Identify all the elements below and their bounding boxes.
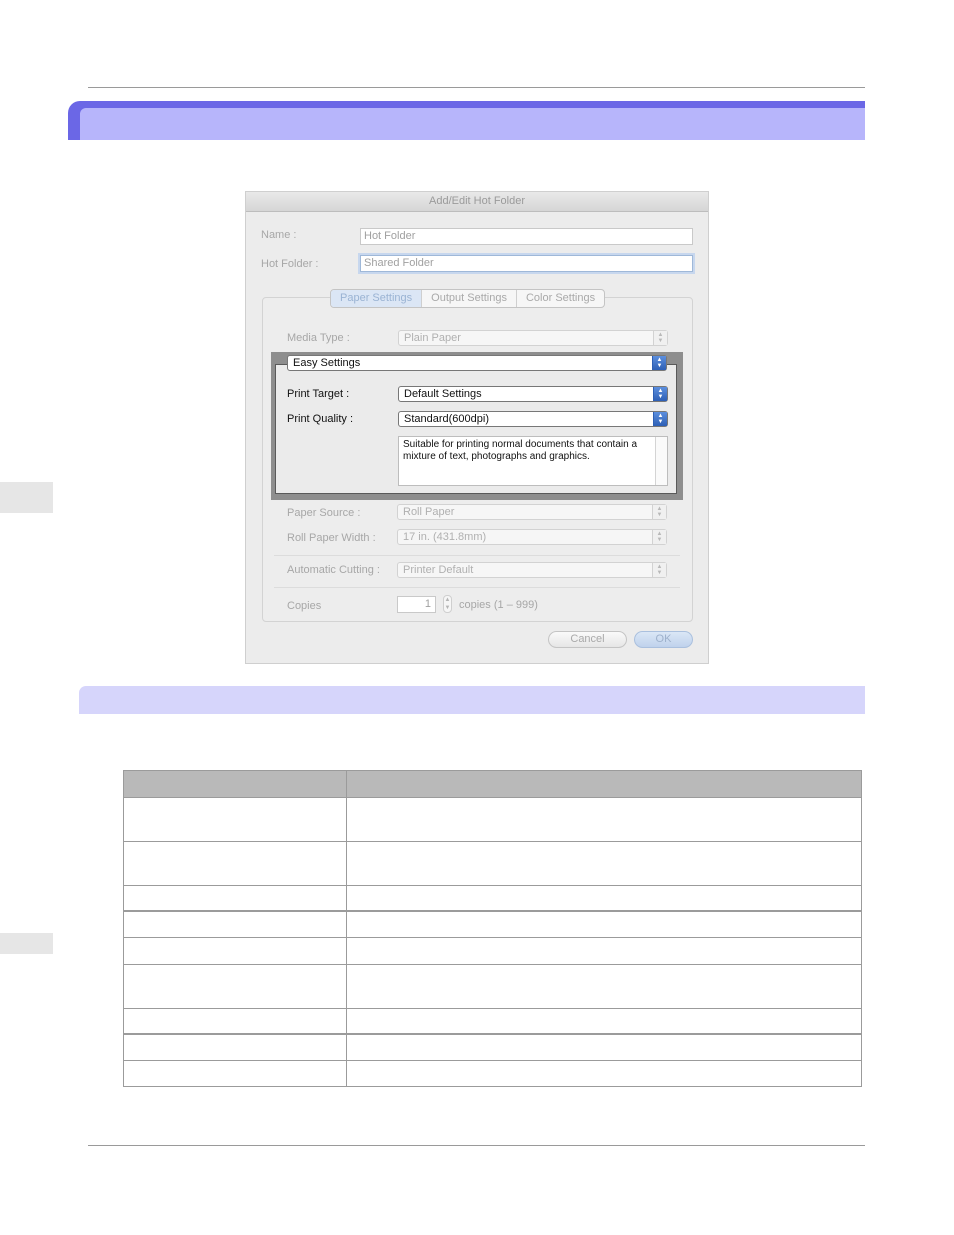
table-row	[123, 937, 862, 965]
print-quality-select[interactable]: Standard(600dpi) ▲ ▼	[398, 411, 668, 427]
name-label: Name :	[261, 229, 297, 241]
table-cell	[346, 937, 862, 965]
settings-table	[123, 770, 862, 1087]
copies-label: Copies	[287, 600, 322, 612]
table-header-row	[123, 770, 862, 798]
section-header-band	[68, 101, 865, 140]
table-cell	[346, 1008, 862, 1034]
table-cell	[123, 937, 347, 965]
hot-folder-field[interactable]: Shared Folder	[360, 255, 693, 272]
easy-settings-select[interactable]: Easy Settings ▲ ▼	[287, 355, 667, 371]
copies-field[interactable]: 1	[397, 596, 436, 613]
table-row	[123, 1033, 862, 1061]
name-field[interactable]: Hot Folder	[360, 228, 693, 245]
table-row	[123, 910, 862, 938]
paper-source-value: Roll Paper	[403, 506, 455, 518]
easy-settings-panel: Print Target : Default Settings ▲ ▼ Print…	[275, 364, 677, 494]
chapter-side-tab	[0, 482, 53, 513]
roll-paper-width-label: Roll Paper Width :	[287, 532, 376, 544]
table-row	[123, 1008, 862, 1034]
table-cell	[123, 1008, 347, 1034]
table-row	[123, 797, 862, 842]
add-edit-hot-folder-dialog: Add/Edit Hot Folder Name : Hot Folder Ho…	[245, 191, 709, 664]
dialog-title: Add/Edit Hot Folder	[246, 192, 708, 212]
table-cell	[346, 1060, 862, 1087]
easy-settings-value: Easy Settings	[293, 357, 361, 369]
tab-color-settings[interactable]: Color Settings	[517, 290, 604, 307]
roll-paper-width-value: 17 in. (431.8mm)	[403, 531, 487, 543]
table-header-cell	[346, 770, 862, 798]
bottom-rule	[88, 1145, 865, 1146]
description-text: Suitable for printing normal documents t…	[403, 439, 638, 462]
media-type-value: Plain Paper	[404, 332, 461, 344]
print-quality-value: Standard(600dpi)	[404, 413, 490, 425]
automatic-cutting-value: Printer Default	[403, 564, 474, 576]
top-rule	[88, 87, 865, 88]
table-cell	[123, 1033, 347, 1061]
divider	[274, 587, 680, 588]
print-target-select[interactable]: Default Settings ▲ ▼	[398, 386, 668, 402]
updown-arrows-icon: ▲ ▼	[652, 563, 666, 577]
paper-source-label: Paper Source :	[287, 507, 361, 519]
table-cell	[346, 910, 862, 938]
tab-output-settings[interactable]: Output Settings	[422, 290, 517, 307]
updown-arrows-icon: ▲ ▼	[652, 530, 666, 544]
hot-folder-label: Hot Folder :	[261, 258, 319, 270]
table-cell	[123, 885, 347, 911]
table-cell	[346, 1033, 862, 1061]
automatic-cutting-select[interactable]: Printer Default ▲ ▼	[397, 562, 667, 578]
table-cell	[123, 964, 347, 1009]
updown-arrows-icon: ▲ ▼	[653, 412, 667, 426]
ok-button[interactable]: OK	[634, 631, 693, 648]
table-cell	[346, 964, 862, 1009]
table-cell	[123, 797, 347, 842]
tab-paper-settings[interactable]: Paper Settings	[331, 290, 423, 307]
paper-source-select[interactable]: Roll Paper ▲ ▼	[397, 504, 667, 520]
table-row	[123, 885, 862, 911]
table-cell	[346, 885, 862, 911]
chapter-side-tab-lower	[0, 933, 53, 954]
copies-range-label: copies (1 – 999)	[459, 599, 538, 611]
updown-arrows-icon: ▲ ▼	[653, 387, 667, 401]
table-header-cell	[123, 770, 347, 798]
table-cell	[346, 797, 862, 842]
description-scrollbar[interactable]	[655, 437, 667, 485]
table-cell	[123, 910, 347, 938]
description-box: Suitable for printing normal documents t…	[398, 436, 668, 486]
divider	[274, 555, 680, 556]
automatic-cutting-label: Automatic Cutting :	[287, 564, 380, 576]
section-header-band-inner	[80, 108, 865, 140]
updown-arrows-icon: ▲ ▼	[652, 505, 666, 519]
table-row	[123, 841, 862, 886]
media-type-label: Media Type :	[287, 332, 350, 344]
settings-tabs: Paper Settings Output Settings Color Set…	[330, 289, 606, 308]
table-row	[123, 1060, 862, 1087]
print-target-label: Print Target :	[287, 388, 350, 400]
cancel-button[interactable]: Cancel	[548, 631, 627, 648]
print-quality-label: Print Quality :	[287, 413, 354, 425]
table-cell	[346, 841, 862, 886]
roll-paper-width-select[interactable]: 17 in. (431.8mm) ▲ ▼	[397, 529, 667, 545]
updown-arrows-icon: ▲ ▼	[652, 356, 666, 370]
easy-settings-frame: Print Target : Default Settings ▲ ▼ Print…	[271, 352, 683, 500]
table-cell	[123, 841, 347, 886]
subsection-header-band	[79, 686, 865, 714]
updown-arrows-icon: ▲ ▼	[653, 331, 667, 345]
table-row	[123, 964, 862, 1009]
media-type-select[interactable]: Plain Paper ▲ ▼	[398, 330, 668, 346]
table-cell	[123, 1060, 347, 1087]
copies-stepper[interactable]: ▲ ▼	[443, 595, 452, 613]
print-target-value: Default Settings	[404, 388, 482, 400]
